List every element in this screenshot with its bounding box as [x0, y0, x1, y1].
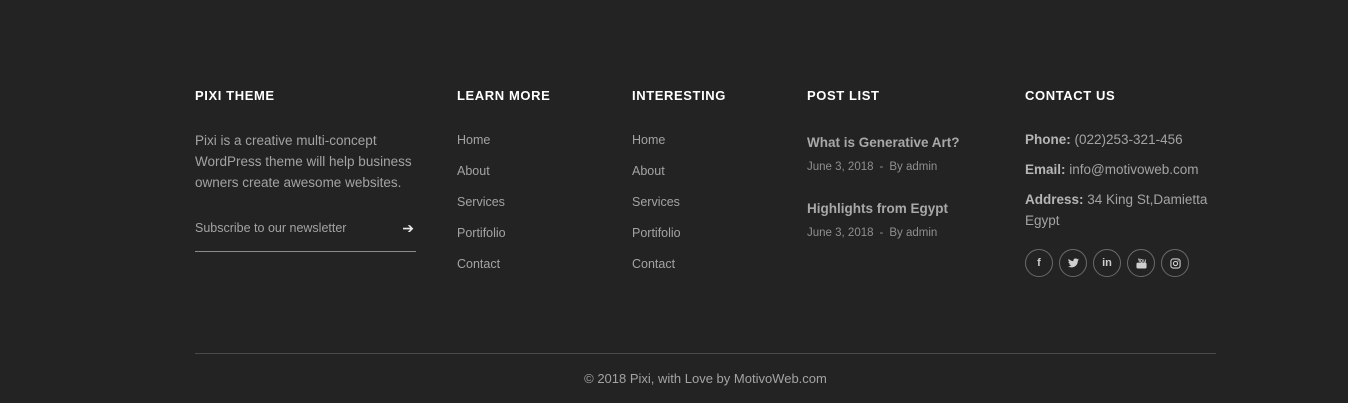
column-title: PIXI THEME [195, 88, 275, 103]
contact-phone: Phone: (022)253-321-456 [1025, 129, 1225, 150]
link-list: Home About Services Portifolio Contact [457, 133, 607, 272]
post-date: June 3, 2018 [807, 227, 874, 239]
column-title: LEARN MORE [457, 88, 551, 103]
link-list: Home About Services Portifolio Contact [632, 133, 782, 272]
footer-link-services[interactable]: Services [457, 195, 607, 210]
footer-link-about[interactable]: About [457, 164, 607, 179]
footer-post-list-column: POST LIST What is Generative Art? June 3… [807, 88, 1007, 240]
phone-value[interactable]: (022)253-321-456 [1075, 132, 1183, 147]
post-item: What is Generative Art? June 3, 2018- By … [807, 134, 1007, 174]
post-meta: June 3, 2018- By admin [807, 160, 1007, 174]
post-author[interactable]: By admin [889, 227, 937, 239]
column-title: CONTACT US [1025, 88, 1116, 103]
footer-about-column: PIXI THEME Pixi is a creative multi-conc… [195, 88, 420, 252]
post-title[interactable]: What is Generative Art? [807, 134, 1007, 151]
newsletter-input[interactable] [195, 219, 385, 237]
footer-link-contact[interactable]: Contact [632, 257, 782, 272]
footer-interesting-column: INTERESTING Home About Services Portifol… [632, 88, 782, 288]
linkedin-icon[interactable]: in [1093, 249, 1121, 277]
arrow-right-icon[interactable]: ➔ [402, 219, 414, 237]
footer-link-home[interactable]: Home [632, 133, 782, 148]
contact-address: Address: 34 King St,Damietta Egypt [1025, 189, 1210, 231]
phone-label: Phone: [1025, 132, 1071, 147]
facebook-icon[interactable]: f [1025, 249, 1053, 277]
footer-link-portifolio[interactable]: Portifolio [632, 226, 782, 241]
copyright-text: © 2018 Pixi, with Love by MotivoWeb.com [584, 371, 827, 386]
social-links: f in [1025, 249, 1225, 277]
contact-email: Email: info@motivoweb.com [1025, 159, 1225, 180]
instagram-icon[interactable] [1161, 249, 1189, 277]
footer-learn-more-column: LEARN MORE Home About Services Portifoli… [457, 88, 607, 288]
newsletter-form: ➔ [195, 219, 416, 252]
footer-contact-column: CONTACT US Phone: (022)253-321-456 Email… [1025, 88, 1225, 277]
column-title: INTERESTING [632, 88, 726, 103]
about-text: Pixi is a creative multi-concept WordPre… [195, 133, 412, 190]
column-title: POST LIST [807, 88, 880, 103]
twitter-icon[interactable] [1059, 249, 1087, 277]
footer-link-contact[interactable]: Contact [457, 257, 607, 272]
meta-separator: - [879, 161, 884, 173]
footer-link-home[interactable]: Home [457, 133, 607, 148]
post-author[interactable]: By admin [889, 161, 937, 173]
address-label: Address: [1025, 192, 1084, 207]
email-label: Email: [1025, 162, 1066, 177]
footer-divider [195, 353, 1216, 354]
post-title[interactable]: Highlights from Egypt [807, 200, 1007, 217]
youtube-icon[interactable] [1127, 249, 1155, 277]
post-meta: June 3, 2018- By admin [807, 226, 1007, 240]
post-date: June 3, 2018 [807, 161, 874, 173]
footer-link-portifolio[interactable]: Portifolio [457, 226, 607, 241]
post-item: Highlights from Egypt June 3, 2018- By ad… [807, 200, 1007, 240]
footer-link-about[interactable]: About [632, 164, 782, 179]
footer-link-services[interactable]: Services [632, 195, 782, 210]
email-value[interactable]: info@motivoweb.com [1069, 162, 1198, 177]
meta-separator: - [879, 227, 884, 239]
